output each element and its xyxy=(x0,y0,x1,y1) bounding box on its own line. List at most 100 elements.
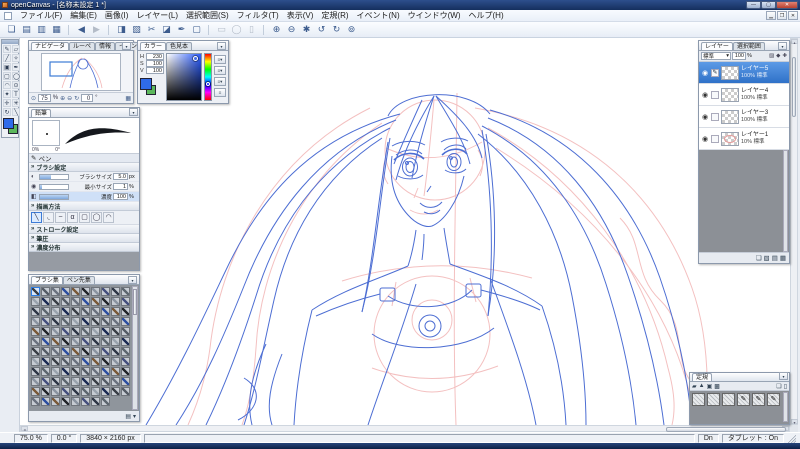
brush-preset[interactable] xyxy=(101,337,110,346)
brush-preset[interactable] xyxy=(61,307,70,316)
vertical-scrollbar[interactable]: ▴ ▾ xyxy=(790,38,798,425)
menu-item[interactable]: ファイル(F) xyxy=(16,10,66,21)
brush-preset[interactable] xyxy=(91,357,100,366)
nav-zoom-out-button[interactable]: ⊖ xyxy=(67,95,72,102)
ruler-tab[interactable]: 定規 xyxy=(692,373,713,381)
select-all[interactable]: ▢ xyxy=(189,23,204,37)
panel-menu-button[interactable]: ▾ xyxy=(129,108,138,116)
paste[interactable]: ▧ xyxy=(129,23,144,37)
brush-preset[interactable] xyxy=(61,327,70,336)
brush-preset[interactable] xyxy=(51,297,60,306)
brush-preset[interactable] xyxy=(111,307,120,316)
panel-menu-button[interactable]: ▾ xyxy=(779,372,788,380)
new-ruler[interactable]: ❏ xyxy=(776,383,781,390)
brush-preset[interactable] xyxy=(101,367,110,376)
lock-pixels[interactable]: ◆ xyxy=(776,53,780,59)
zoom-in[interactable]: ⊕ xyxy=(263,23,284,37)
brush-grid-scrollbar[interactable] xyxy=(132,286,138,410)
mdi-minimize-button[interactable]: ▁ xyxy=(766,11,776,20)
brush-tool[interactable]: ✒ xyxy=(12,63,20,71)
ruler-grid[interactable]: ▣ xyxy=(707,383,713,390)
brush-preset[interactable] xyxy=(51,327,60,336)
save-file[interactable]: ▥ xyxy=(34,23,49,37)
brush-preset[interactable] xyxy=(101,387,110,396)
brush-preset[interactable] xyxy=(71,347,80,356)
delete-ruler[interactable]: ▯ xyxy=(784,383,787,390)
brush-preset[interactable] xyxy=(71,357,80,366)
ruler-preset-button[interactable]: ✎ xyxy=(737,393,750,406)
brush-preset[interactable] xyxy=(121,377,130,386)
brush-preset[interactable] xyxy=(111,327,120,336)
panel-menu-button[interactable]: ▾ xyxy=(217,42,226,50)
brush-preset[interactable] xyxy=(31,347,40,356)
brush-preset[interactable] xyxy=(41,367,50,376)
layer-opacity-field[interactable]: 100 xyxy=(732,52,746,60)
navigator-thumbnail[interactable] xyxy=(41,53,121,91)
brush-library-tab[interactable]: ペン先集 xyxy=(62,276,95,284)
brush-preset[interactable] xyxy=(121,337,130,346)
ruler-parallel[interactable]: ▰ xyxy=(692,383,697,390)
brush-preset[interactable] xyxy=(101,307,110,316)
move-tool[interactable]: ✛ xyxy=(3,99,11,107)
brush-preset[interactable] xyxy=(51,377,60,386)
brush-preset[interactable] xyxy=(91,297,100,306)
brush-preset[interactable] xyxy=(71,327,80,336)
path-tool[interactable]: ✳ xyxy=(12,99,20,107)
brush-preset[interactable] xyxy=(91,387,100,396)
navigator-tab[interactable]: ルーペ xyxy=(69,42,96,50)
brush-preset[interactable] xyxy=(111,347,120,356)
brush-preset[interactable] xyxy=(111,357,120,366)
ruler-triangle[interactable]: ▲ xyxy=(699,383,705,390)
refresh[interactable]: ⊚ xyxy=(344,23,359,37)
tip-line[interactable]: ╲ xyxy=(31,212,42,223)
brush-preset[interactable] xyxy=(41,357,50,366)
horizontal-scrollbar[interactable]: ◂ ▸ xyxy=(20,425,790,432)
slider-track[interactable] xyxy=(39,193,69,200)
layers-tab[interactable]: レイヤー xyxy=(701,42,733,50)
brush-preset[interactable] xyxy=(31,317,40,326)
ruler-preset-button[interactable] xyxy=(692,393,705,406)
rgb-slider-mode[interactable]: ≡▾ xyxy=(214,55,226,64)
navigator-tab[interactable]: ナビゲータ xyxy=(31,42,70,50)
brush-preset[interactable] xyxy=(61,297,70,306)
brush-preset[interactable] xyxy=(51,347,60,356)
hue-bar[interactable] xyxy=(204,53,212,101)
hsv-value[interactable]: 100 xyxy=(146,60,164,67)
brush-preset[interactable] xyxy=(61,357,70,366)
eraser-tool[interactable]: ▱ xyxy=(12,45,20,53)
tip-soft[interactable]: ~ xyxy=(55,212,66,223)
brush-preset[interactable] xyxy=(81,287,90,296)
brush-preset[interactable] xyxy=(121,327,130,336)
slider-value[interactable]: 5.0 xyxy=(113,173,128,180)
lasso-tool[interactable]: ◠ xyxy=(3,81,11,89)
color-tab[interactable]: 色見本 xyxy=(166,42,193,50)
more[interactable]: ▾ xyxy=(133,413,136,420)
slider-value[interactable]: 100 xyxy=(113,193,128,200)
redo[interactable]: ↻ xyxy=(329,23,344,37)
layer-row[interactable]: ◉ ✎ レイヤー4 100% 標準 xyxy=(699,84,789,106)
brush-preset[interactable] xyxy=(71,377,80,386)
brush-preset[interactable] xyxy=(61,347,70,356)
visibility-eye-icon[interactable]: ◉ xyxy=(701,91,709,99)
brush-preset[interactable] xyxy=(31,307,40,316)
brush-preset[interactable] xyxy=(41,297,50,306)
edit-indicator-box[interactable]: ✎ xyxy=(711,134,719,143)
brush-preset[interactable] xyxy=(31,337,40,346)
brush-preset[interactable] xyxy=(111,337,120,346)
layers-scrollbar[interactable] xyxy=(783,150,788,252)
brush-preset[interactable] xyxy=(81,357,90,366)
scroll-up-arrow[interactable]: ▴ xyxy=(791,39,798,45)
layer-row[interactable]: ◉ ✎ レイヤー1 10% 標準 xyxy=(699,128,789,150)
edit-indicator-box[interactable]: ✎ xyxy=(711,112,719,121)
ruler-preset-button[interactable] xyxy=(707,393,720,406)
brush-preset[interactable] xyxy=(31,397,40,406)
pen-tool[interactable]: ╱ xyxy=(3,54,11,62)
tip-flat[interactable]: ◠ xyxy=(103,212,114,223)
brush-preset[interactable] xyxy=(71,307,80,316)
zoom-tool[interactable]: ⊙ xyxy=(12,81,20,89)
brush-preset[interactable] xyxy=(61,367,70,376)
section-density[interactable]: » 濃度分布 xyxy=(29,243,139,252)
hsv-value[interactable]: 230 xyxy=(146,53,164,60)
edit-indicator-box[interactable]: ✎ xyxy=(711,90,719,99)
brush[interactable]: ✒ xyxy=(174,23,189,37)
